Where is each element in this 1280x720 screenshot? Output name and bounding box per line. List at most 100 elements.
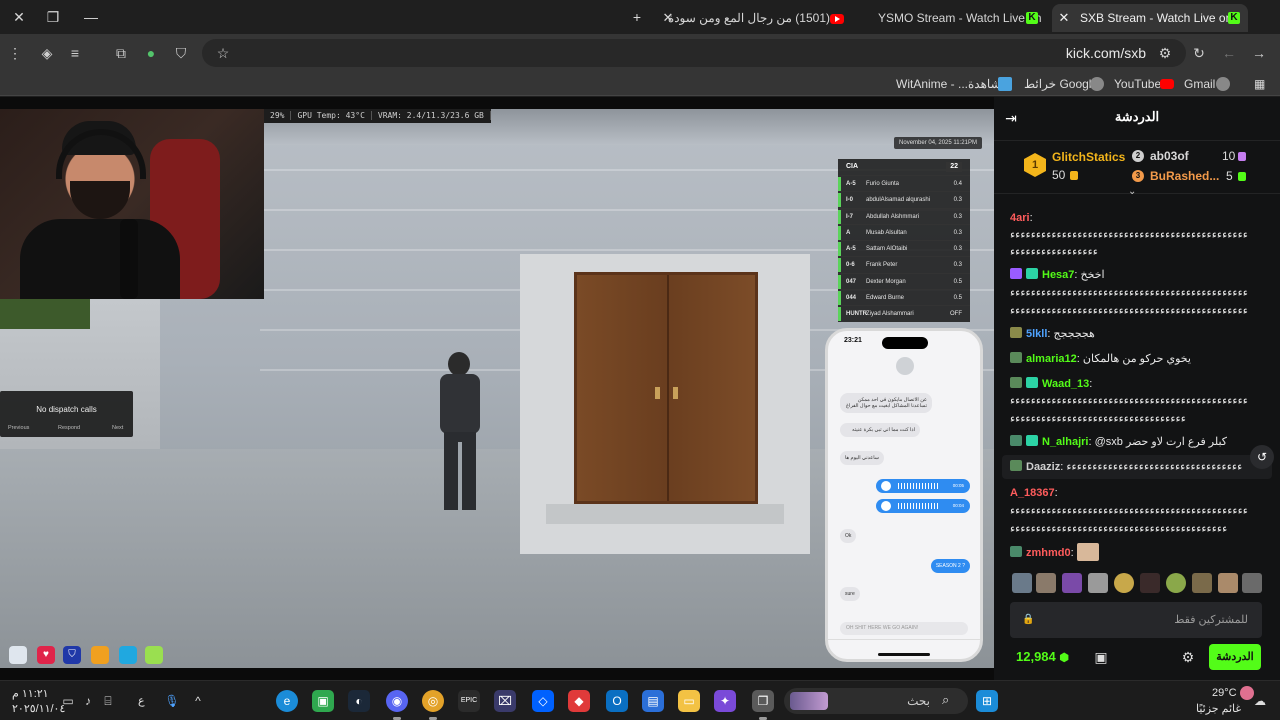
- chat-username[interactable]: A_18367: [1010, 487, 1055, 499]
- forward-icon[interactable]: ←: [1220, 44, 1238, 62]
- show-hidden-icons-icon[interactable]: ^: [190, 693, 206, 709]
- leaderboard-name-3[interactable]: BuRashed...: [1150, 169, 1219, 183]
- security-shield-icon[interactable]: ⛉: [172, 44, 190, 62]
- roster-row: 047 Dexter Morgan 0.5: [838, 272, 970, 289]
- taskbar-search[interactable]: بحث ⌕: [784, 688, 968, 714]
- copilot-icon[interactable]: ✦: [714, 690, 736, 712]
- menu-icon[interactable]: ⋮: [6, 44, 24, 62]
- roster-value: 0.5: [953, 295, 962, 302]
- volume-icon[interactable]: ♪: [80, 693, 96, 709]
- chat-username[interactable]: almaria12: [1026, 353, 1077, 365]
- steam-icon[interactable]: ◐: [348, 690, 370, 712]
- store-icon[interactable]: ▣: [1092, 648, 1110, 666]
- xbox-icon[interactable]: ▣: [312, 690, 334, 712]
- network-icon[interactable]: ⌸: [100, 693, 116, 709]
- minimize-window-icon[interactable]: —: [82, 8, 100, 26]
- vpn-icon[interactable]: ⌧: [494, 690, 516, 712]
- hud-gpu-temp: GPU Temp: 43°C: [291, 111, 372, 120]
- multitask-icon[interactable]: ❐: [752, 690, 774, 720]
- playlist-icon[interactable]: ≡: [66, 44, 84, 62]
- chat-message-body: ﺀﺀﺀﺀﺀﺀﺀﺀﺀﺀﺀﺀﺀﺀﺀﺀﺀ: [1010, 246, 1098, 258]
- emote-icon[interactable]: [1114, 573, 1134, 593]
- streamer-beard: [70, 181, 130, 219]
- emote-icon[interactable]: [1088, 573, 1108, 593]
- chrome-icon[interactable]: ◎: [422, 690, 444, 720]
- emote-icon[interactable]: [1062, 573, 1082, 593]
- restore-window-icon[interactable]: ❐: [44, 8, 62, 26]
- outlook-icon[interactable]: O: [606, 690, 628, 712]
- bookmark-witanime[interactable]: مشاهدة... - WitAnime: [896, 76, 1008, 92]
- dropbox-icon[interactable]: ◇: [532, 690, 554, 712]
- clock-date[interactable]: ٢٠٢٥/١١/٠٤: [12, 702, 65, 715]
- chat-input[interactable]: 🔒 للمشتركين فقط: [1010, 602, 1262, 638]
- chat-username[interactable]: Daaziz: [1026, 461, 1060, 473]
- subscriber-badge-icon: [1010, 377, 1022, 388]
- tab-sxb-active[interactable]: ✕ SXB Stream - Watch Live on K: [1052, 4, 1248, 32]
- tab-youtube[interactable]: ✕ (1501) من رجال المع ومن سودة: [658, 4, 854, 32]
- address-bar[interactable]: ☆ kick.com/sxb ⚙: [202, 39, 1186, 67]
- scroll-to-latest-icon[interactable]: ↺: [1250, 445, 1274, 469]
- voice-duration: 00:05: [952, 483, 964, 488]
- epic-games-icon[interactable]: EPIC: [458, 690, 480, 712]
- edge-icon[interactable]: e: [276, 690, 298, 712]
- discord-icon[interactable]: ◉: [386, 690, 408, 720]
- emote-icon: [1076, 543, 1099, 561]
- clock-time[interactable]: ١١:٢١ م: [12, 687, 49, 700]
- roster-name: Abdullah Alshmmari: [866, 213, 920, 220]
- extension-shield-icon[interactable]: ◈: [38, 44, 56, 62]
- emote-icon[interactable]: [1218, 573, 1238, 593]
- tab-ysmo[interactable]: YSMO Stream - Watch Live on K: [854, 4, 1050, 32]
- roster-code: A: [846, 229, 851, 236]
- microphone-icon[interactable]: 🎙: [164, 693, 180, 709]
- subscriber-badge-icon: [1010, 327, 1022, 338]
- chat-username[interactable]: 5lkll: [1026, 328, 1047, 340]
- roster-row: A Musab Alsultan 0.3: [838, 223, 970, 240]
- weather-text[interactable]: غائم جزئيًا: [1196, 702, 1241, 715]
- leaderboard-name-1[interactable]: GlitchStatics: [1052, 150, 1125, 164]
- tab-close-icon[interactable]: ✕: [1056, 4, 1072, 32]
- close-window-icon[interactable]: ✕: [10, 8, 28, 26]
- back-icon[interactable]: →: [1250, 44, 1268, 62]
- site-settings-icon[interactable]: ⚙: [1156, 44, 1174, 62]
- extensions-icon[interactable]: ⧉: [112, 44, 130, 62]
- bookmark-google-maps[interactable]: خرائط Google: [1024, 76, 1098, 92]
- reload-icon[interactable]: ↻: [1190, 44, 1208, 62]
- emote-icon[interactable]: [1192, 573, 1212, 593]
- send-chat-button[interactable]: الدردشة: [1209, 644, 1261, 670]
- extension-badge-icon[interactable]: ●: [142, 44, 160, 62]
- gift-badge-icon: [1026, 268, 1038, 279]
- emote-icon[interactable]: [1166, 573, 1186, 593]
- chat-username[interactable]: 4ari: [1010, 212, 1030, 224]
- bookmark-youtube[interactable]: YouTube: [1114, 76, 1161, 92]
- apps-grid-icon[interactable]: ▦: [1254, 76, 1265, 92]
- chat-username[interactable]: Hesa7: [1042, 269, 1074, 281]
- hud-stamina-icon: [145, 646, 163, 664]
- windows-start-icon[interactable]: ⊞: [976, 690, 998, 712]
- chat-message-body: ﺀﺀﺀﺀﺀﺀﺀﺀﺀﺀﺀﺀﺀﺀﺀﺀﺀﺀﺀﺀﺀﺀﺀﺀﺀﺀﺀﺀﺀﺀﺀﺀﺀﺀ: [1010, 413, 1186, 425]
- roster-value: OFF: [950, 311, 962, 318]
- file-explorer-icon[interactable]: ▭: [678, 690, 700, 712]
- contact-avatar: [896, 357, 914, 375]
- chat-settings-icon[interactable]: ⚙: [1180, 649, 1196, 665]
- chat-username[interactable]: zmhmd0: [1026, 547, 1071, 559]
- emote-icon[interactable]: [1140, 573, 1160, 593]
- chat-username[interactable]: N_alhajri: [1042, 436, 1088, 448]
- bookmark-gmail[interactable]: Gmail: [1184, 76, 1215, 92]
- emote-icon[interactable]: [1036, 573, 1056, 593]
- bookmark-star-icon[interactable]: ☆: [214, 44, 232, 62]
- stream-video[interactable]: 29% GPU Temp: 43°C VRAM: 2.4/11.3/23.6 GB …: [0, 109, 994, 668]
- red-app-icon[interactable]: ◆: [568, 690, 590, 712]
- store-app-icon[interactable]: ▤: [642, 690, 664, 712]
- weather-temp[interactable]: 29°C: [1212, 687, 1237, 699]
- expand-leaderboard-icon[interactable]: ⌄: [1128, 186, 1136, 197]
- weather-cloud-icon[interactable]: ☁: [1252, 693, 1268, 709]
- channel-points[interactable]: 12,984 ⬢: [1016, 649, 1069, 664]
- input-language[interactable]: ع: [138, 694, 145, 707]
- leaderboard-name-2[interactable]: ab03of: [1150, 149, 1189, 163]
- new-tab-button[interactable]: +: [628, 8, 646, 26]
- emote-icon[interactable]: [1242, 573, 1262, 593]
- battery-icon[interactable]: ▭: [60, 693, 76, 709]
- chat-username[interactable]: Waad_13: [1042, 378, 1089, 390]
- hud-usage: 29%: [264, 111, 292, 120]
- emote-icon[interactable]: [1012, 573, 1032, 593]
